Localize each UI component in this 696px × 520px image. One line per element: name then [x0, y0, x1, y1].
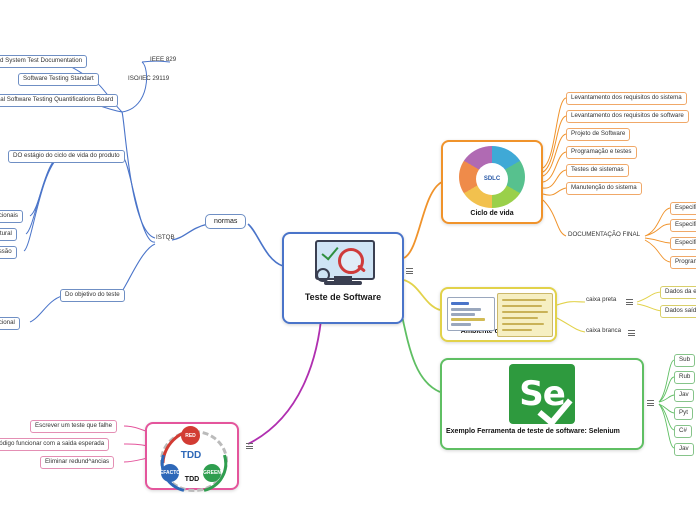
node-selenium-lang-3[interactable]: Jav [674, 389, 694, 402]
node-selenium-lang-5[interactable]: C# [674, 425, 692, 438]
node-dados-saida[interactable]: Dados saída [660, 305, 696, 318]
node-teste-estrutural[interactable]: teste estrutural [0, 228, 17, 241]
branch-ciclo-de-vida[interactable]: SDLC Ciclo de vida [441, 140, 543, 224]
node-ieee-829[interactable]: IEEE 829 [148, 56, 178, 65]
node-caixa-preta[interactable]: caixa preta [584, 296, 618, 305]
node-international-software-testing-qualifications-board[interactable]: International Software Testing Quantific… [0, 94, 119, 107]
node-teste-regressao[interactable]: teste regressão [0, 246, 17, 259]
node-dados-entrada[interactable]: Dados da e [660, 286, 696, 299]
node-teste-funcional[interactable]: teste funcional [0, 317, 20, 330]
node-teste-funcionais[interactable]: teste funcionais [0, 210, 23, 223]
mindmap-canvas: Teste de Software normas ISTQB IEEE 829 … [0, 0, 696, 520]
node-software-and-system-test-documentation[interactable]: Software and System Test Documentation [0, 55, 88, 68]
node-estagio-ciclo-vida-produto[interactable]: DO estágio do ciclo de vida do produto [8, 150, 125, 163]
node-objetivo-do-teste[interactable]: Do objetivo do teste [60, 289, 125, 302]
central-title: Teste de Software [304, 292, 382, 302]
two-panels-icon [446, 293, 553, 337]
tdd-bubble-refactor: REFACTOR [156, 464, 184, 482]
node-iso-iec-29119[interactable]: ISO/IEC 29119 [126, 75, 171, 84]
selenium-logo-icon: Se [509, 364, 575, 427]
node-software-testing-standart[interactable]: Software Testing Standart [18, 73, 99, 86]
node-doc-program-4[interactable]: Program [670, 256, 696, 269]
caixa-preta-collapse-handle[interactable] [626, 299, 633, 309]
branch-ambiente-considerado[interactable]: Ambiente considerado [440, 287, 557, 342]
node-doc-especifica-1[interactable]: Especifica [670, 202, 696, 215]
node-escrever-teste-que-falhe[interactable]: Escrever um teste que falhe [30, 420, 118, 433]
node-levantamento-requisitos-software[interactable]: Levantamento dos requisitos de software [566, 110, 689, 123]
tdd-center-label: TDD [180, 450, 202, 461]
monitor-magnifier-icon [312, 238, 375, 290]
branch-normas-label: normas [214, 218, 238, 225]
selenium-caption: Exemplo Ferramenta de teste de software:… [446, 428, 620, 435]
ciclo-de-vida-caption: Ciclo de vida [470, 209, 514, 217]
node-documentacao-final[interactable]: DOCUMENTAÇÃO FINAL [566, 231, 642, 240]
branch-tdd[interactable]: TDD RED GREEN REFACTOR TDD [145, 415, 240, 507]
caixa-branca-collapse-handle[interactable] [628, 330, 635, 340]
node-manutencao-do-sistema[interactable]: Manutenção do sistema [566, 182, 642, 195]
node-doc-especific-2[interactable]: Especific [670, 219, 696, 232]
node-eliminar-redundancias[interactable]: Eliminar redund^ancias [40, 456, 115, 469]
tdd-bubble-green: GREEN [203, 464, 221, 482]
node-programacao-e-testes[interactable]: Programação e testes [566, 146, 637, 159]
central-right-collapse-handle[interactable] [406, 268, 413, 278]
node-selenium-lang-1[interactable]: Sub [674, 354, 696, 367]
node-codigo-funcionar-saida-esperada[interactable]: o código funcionar com a saida esperada [0, 438, 110, 451]
node-testes-de-sistemas[interactable]: Testes de sistemas [566, 164, 629, 177]
selenium-collapse-handle[interactable] [647, 400, 654, 410]
central-node[interactable]: Teste de Software [282, 232, 404, 324]
tdd-collapse-handle[interactable] [246, 443, 253, 453]
node-selenium-lang-2[interactable]: Rub [674, 371, 696, 384]
node-istqb[interactable]: ISTQB [154, 234, 177, 243]
node-caixa-branca[interactable]: caixa branca [584, 327, 623, 336]
node-selenium-lang-6[interactable]: Jav [674, 443, 694, 456]
node-projeto-de-software[interactable]: Projeto de Software [566, 128, 631, 141]
tdd-bubble-red: RED [181, 426, 200, 445]
sdlc-donut-icon: SDLC [459, 146, 525, 208]
node-selenium-lang-4[interactable]: Pyt [674, 407, 693, 420]
branch-selenium[interactable]: Se Exemplo Ferramenta de teste de softwa… [440, 358, 644, 450]
branch-normas[interactable]: normas [205, 214, 247, 229]
sdlc-center-label: SDLC [476, 163, 508, 195]
tdd-cycle-icon: TDD RED GREEN REFACTOR [148, 415, 240, 507]
node-levantamento-requisitos-sistema[interactable]: Levantamento dos requisitos do sistema [566, 92, 687, 105]
node-doc-especifica-3[interactable]: Especifica [670, 237, 696, 250]
